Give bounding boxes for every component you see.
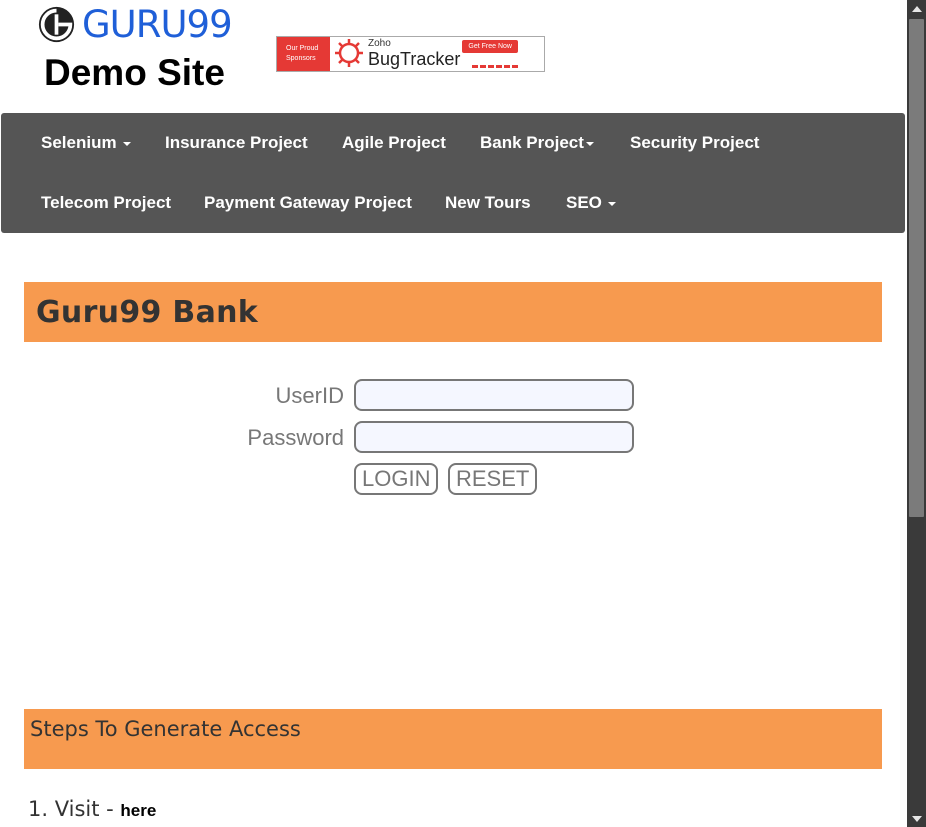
nav-item-selenium[interactable]: Selenium: [41, 133, 131, 153]
guru99-logo-icon: [38, 6, 75, 43]
sponsor-label-line2: Sponsors: [286, 55, 316, 62]
nav-item-insurance-project[interactable]: Insurance Project: [165, 133, 308, 153]
sponsor-brand-small: Zoho: [368, 38, 391, 49]
steps-item-1-text: 1. Visit -: [28, 797, 121, 821]
userid-label: UserID: [275, 383, 344, 408]
steps-heading: Steps To Generate Access: [30, 717, 301, 741]
nav-label: SEO: [566, 193, 602, 212]
scroll-down-arrow-icon[interactable]: [907, 810, 926, 827]
sponsor-cta-button[interactable]: Get Free Now: [462, 40, 518, 53]
nav-label: Bank Project: [480, 133, 584, 152]
password-input[interactable]: [354, 421, 634, 453]
caret-down-icon: [122, 141, 131, 146]
caret-down-icon: [585, 141, 594, 146]
password-label: Password: [247, 425, 344, 450]
site-logo[interactable]: GURU99: [38, 3, 233, 46]
sponsor-brand-name: BugTracker: [368, 49, 461, 69]
sponsor-brand: Zoho BugTracker: [368, 37, 460, 71]
userid-input[interactable]: [354, 379, 634, 411]
nav-label: Selenium: [41, 133, 117, 152]
logo-text: GURU99: [82, 3, 233, 46]
nav-item-seo[interactable]: SEO: [566, 193, 616, 213]
nav-item-agile-project[interactable]: Agile Project: [342, 133, 446, 153]
sponsor-banner[interactable]: Our Proud Sponsors Zoho BugTracker Get F…: [276, 36, 545, 72]
reset-button[interactable]: RESET: [448, 463, 538, 495]
scroll-up-arrow-icon[interactable]: [907, 0, 926, 17]
steps-section-header: Steps To Generate Access: [24, 709, 882, 769]
vertical-scrollbar[interactable]: [907, 0, 926, 827]
page-title-bar: Guru99 Bank: [24, 282, 882, 342]
nav-item-new-tours[interactable]: New Tours: [445, 193, 531, 213]
caret-down-icon: [607, 201, 616, 206]
nav-item-bank-project[interactable]: Bank Project: [480, 133, 594, 153]
login-button[interactable]: LOGIN: [354, 463, 439, 495]
nav-item-payment-gateway-project[interactable]: Payment Gateway Project: [204, 193, 412, 213]
bugtracker-gear-icon: [335, 39, 363, 67]
nav-item-security-project[interactable]: Security Project: [630, 133, 759, 153]
scrollbar-thumb[interactable]: [909, 19, 924, 517]
main-navbar: Selenium Insurance Project Agile Project…: [1, 113, 905, 233]
site-subtitle: Demo Site: [44, 52, 225, 93]
page-title: Guru99 Bank: [36, 295, 259, 330]
sponsor-dash-decoration: [472, 59, 518, 68]
here-link[interactable]: here: [120, 801, 156, 820]
steps-item-1: 1. Visit - here: [28, 797, 156, 821]
sponsor-label-line1: Our Proud: [286, 45, 319, 52]
nav-item-telecom-project[interactable]: Telecom Project: [41, 193, 171, 213]
sponsor-label: Our Proud Sponsors: [277, 37, 330, 71]
